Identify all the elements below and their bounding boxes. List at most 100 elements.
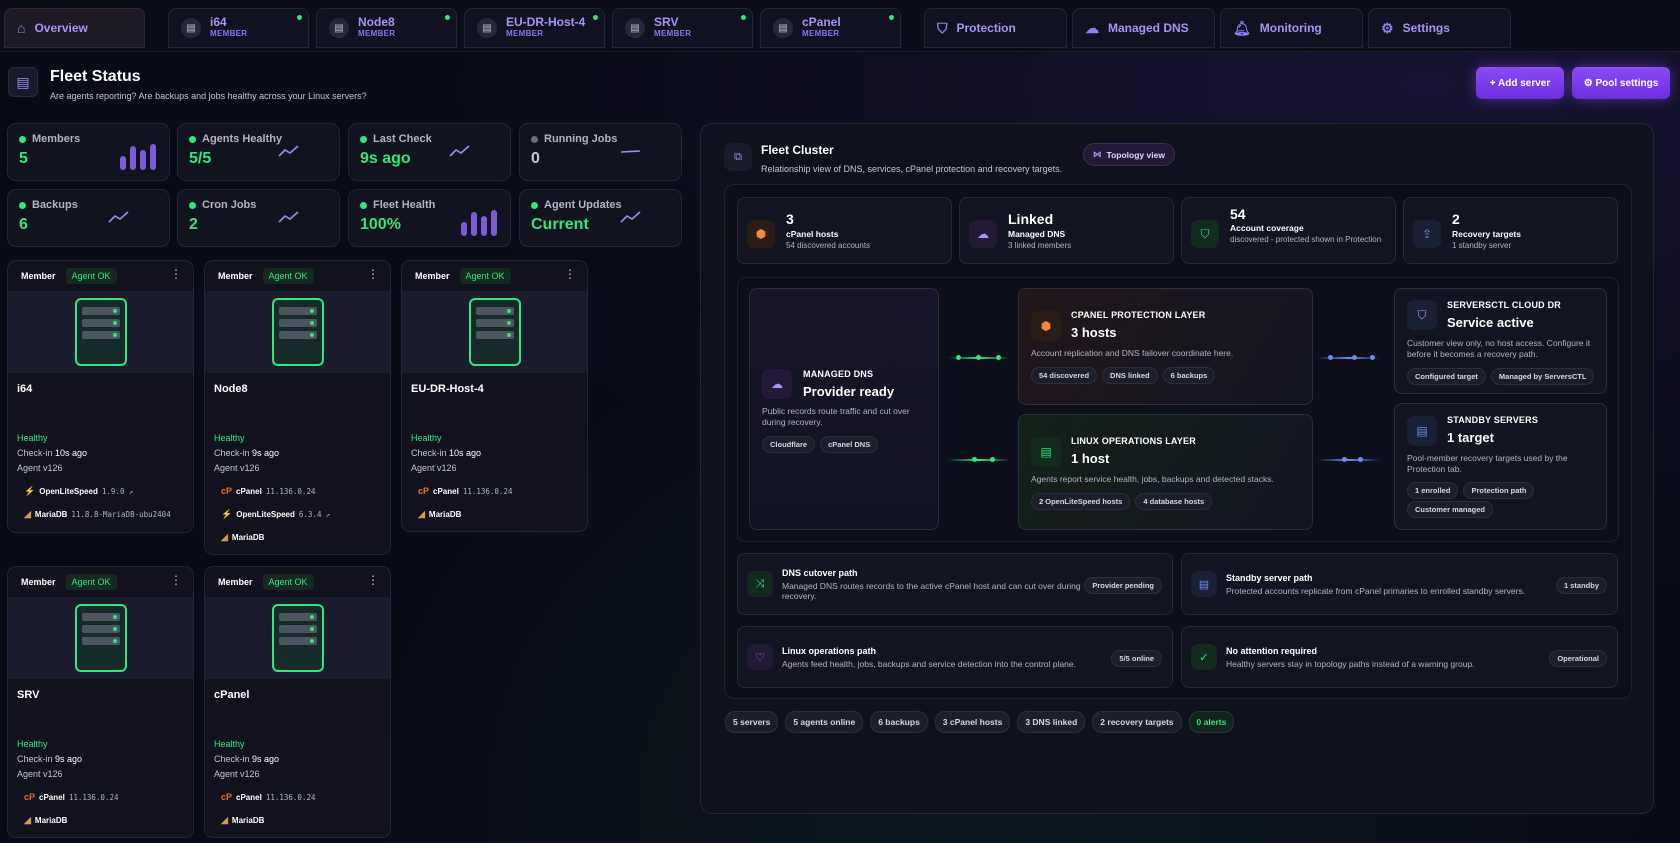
node-serversctl-cloud-dr[interactable]: ⛉ SERVERSCTL CLOUD DR Service active Cus…	[1394, 288, 1607, 394]
topology-diagram: ☁ MANAGED DNS Provider ready Public reco…	[737, 277, 1619, 542]
stat-label: Cron Jobs	[202, 199, 257, 211]
summary-chip-alerts: 0 alerts	[1188, 711, 1235, 733]
stat-label: Agent Updates	[544, 199, 622, 211]
server-name[interactable]: i64	[17, 383, 32, 395]
pill: 6 backups	[1162, 367, 1216, 384]
stat-value: 2	[189, 216, 198, 233]
status-badge: 5/5 online	[1111, 650, 1162, 667]
tab-member-role: MEMBER	[506, 29, 544, 38]
cloud-icon: ☁	[762, 369, 792, 399]
pill: Configured target	[1407, 368, 1486, 385]
path-standby-server: ▤ Standby server path Protected accounts…	[1181, 553, 1618, 615]
software-item: cP cPanel 11.136.0.24	[221, 486, 316, 496]
tab-member-role: MEMBER	[654, 29, 692, 38]
server-card-i64[interactable]: Member Agent OK ⋮ i64 Healthy Check-in 10…	[7, 260, 194, 533]
server-illustration	[8, 597, 193, 679]
status-badge: Agent OK	[262, 268, 314, 284]
software-item: ◢ MariaDB	[221, 815, 265, 825]
agent-version: Agent v126	[214, 463, 260, 473]
pill: Protection path	[1463, 482, 1535, 499]
agent-version: Agent v126	[411, 463, 457, 473]
server-card-cpanel[interactable]: Member Agent OK ⋮ cPanel Healthy Check-in…	[204, 566, 391, 838]
add-server-button[interactable]: + Add server	[1476, 67, 1564, 99]
status-dot	[531, 135, 538, 143]
cpanel-icon: cP	[221, 792, 233, 802]
status-dot	[189, 201, 196, 209]
more-menu-icon[interactable]: ⋮	[564, 268, 576, 280]
tab-overview[interactable]: ⌂ Overview	[4, 8, 145, 48]
more-menu-icon[interactable]: ⋮	[367, 268, 379, 280]
cpanel-icon: cP	[418, 486, 430, 496]
pill: 2 OpenLiteSpeed hosts	[1031, 493, 1131, 510]
server-name[interactable]: EU-DR-Host-4	[411, 383, 484, 395]
server-name[interactable]: Node8	[214, 383, 248, 395]
server-card-eu-dr-host-4[interactable]: Member Agent OK ⋮ EU-DR-Host-4 Healthy Ch…	[401, 260, 588, 532]
node-cpanel-protection[interactable]: ⬢ CPANEL PROTECTION LAYER 3 hosts Accoun…	[1018, 288, 1313, 405]
more-menu-icon[interactable]: ⋮	[367, 574, 379, 586]
summary-chip: 6 backups	[870, 711, 928, 733]
software-item: ◢ MariaDB 11.8.8-MariaDB-ubu2404	[24, 509, 171, 519]
checkin-text: Check-in 9s ago	[17, 754, 83, 764]
pool-settings-button[interactable]: ⚙ Pool settings	[1572, 67, 1670, 99]
health-status: Healthy	[17, 433, 48, 443]
cloud-upload-icon: ⇪	[1413, 220, 1441, 248]
tab-settings[interactable]: ⚙ Settings	[1368, 8, 1511, 48]
tab-protection[interactable]: ⛉ Protection	[924, 8, 1067, 48]
server-list-icon: ▤	[1031, 437, 1061, 467]
tab-member-srv[interactable]: ▤ SRV MEMBER	[612, 8, 753, 48]
path-dns-cutover: ⤨ DNS cutover path Managed DNS routes re…	[737, 553, 1173, 615]
online-dot	[593, 15, 598, 20]
tab-managed-dns[interactable]: ☁ Managed DNS	[1072, 8, 1215, 48]
node-standby-servers[interactable]: ▤ STANDBY SERVERS 1 target Pool-member r…	[1394, 403, 1607, 530]
software-item: ◢ MariaDB	[221, 532, 265, 542]
online-dot	[445, 15, 450, 20]
tab-member-node8[interactable]: ▤ Node8 MEMBER	[316, 8, 457, 48]
server-icon: ▤	[773, 18, 793, 38]
stat-label: Running Jobs	[544, 133, 618, 145]
tab-monitoring[interactable]: 🔔︎ Monitoring	[1220, 8, 1363, 48]
trend-line-icon	[278, 211, 299, 223]
summary-chip: 3 DNS linked	[1017, 711, 1086, 733]
more-menu-icon[interactable]: ⋮	[170, 574, 182, 586]
stat-cron-jobs: Cron Jobs 2	[177, 189, 340, 247]
topology-icon: ⋈	[1093, 149, 1102, 159]
status-badge: Provider pending	[1084, 577, 1162, 594]
node-linux-operations[interactable]: ▤ LINUX OPERATIONS LAYER 1 host Agents r…	[1018, 414, 1313, 530]
more-menu-icon[interactable]: ⋮	[170, 268, 182, 280]
summary-chip: 5 servers	[725, 711, 779, 733]
server-card-srv[interactable]: Member Agent OK ⋮ SRV Healthy Check-in 9s…	[7, 566, 194, 838]
server-name[interactable]: cPanel	[214, 689, 249, 701]
online-dot	[741, 15, 746, 20]
stat-value: 5/5	[189, 150, 212, 167]
tab-managed-dns-label: Managed DNS	[1108, 21, 1189, 35]
software-item: cP cPanel 11.136.0.24	[24, 792, 119, 802]
node-managed-dns[interactable]: ☁ MANAGED DNS Provider ready Public reco…	[749, 288, 939, 530]
tab-member-name: cPanel	[802, 15, 841, 29]
status-badge: Agent OK	[65, 574, 117, 590]
trend-line-icon	[449, 145, 470, 157]
status-badge: Operational	[1549, 650, 1607, 667]
tab-member-cpanel[interactable]: ▤ cPanel MEMBER	[760, 8, 901, 48]
cloud-icon: ☁	[1085, 19, 1099, 36]
tab-member-eu-dr-host-4[interactable]: ▤ EU-DR-Host-4 MEMBER	[464, 8, 605, 48]
online-dot	[297, 15, 302, 20]
status-badge: Agent OK	[262, 574, 314, 590]
trend-line-icon	[108, 211, 129, 223]
heart-pulse-icon: ♡	[747, 644, 773, 670]
mariadb-icon: ◢	[24, 815, 31, 825]
server-card-node8[interactable]: Member Agent OK ⋮ Node8 Healthy Check-in …	[204, 260, 391, 555]
fleet-cluster-panel: ⧉ Fleet Cluster Relationship view of DNS…	[700, 123, 1654, 814]
tab-member-i64[interactable]: ▤ i64 MEMBER	[168, 8, 309, 48]
tab-settings-label: Settings	[1402, 21, 1450, 35]
server-icon: ▤	[181, 18, 201, 38]
external-link-icon: ↗	[128, 487, 133, 496]
pill: Customer managed	[1407, 501, 1494, 518]
pill: cPanel DNS	[820, 436, 879, 453]
topology-view-button[interactable]: ⋈ Topology view	[1083, 143, 1175, 166]
stat-value: 9s ago	[360, 150, 411, 167]
server-list-icon: ▤	[1407, 416, 1437, 446]
server-name[interactable]: SRV	[17, 689, 39, 701]
status-dot	[360, 201, 367, 209]
cluster-title: Fleet Cluster	[761, 143, 834, 157]
software-item: ◢ MariaDB	[24, 815, 68, 825]
